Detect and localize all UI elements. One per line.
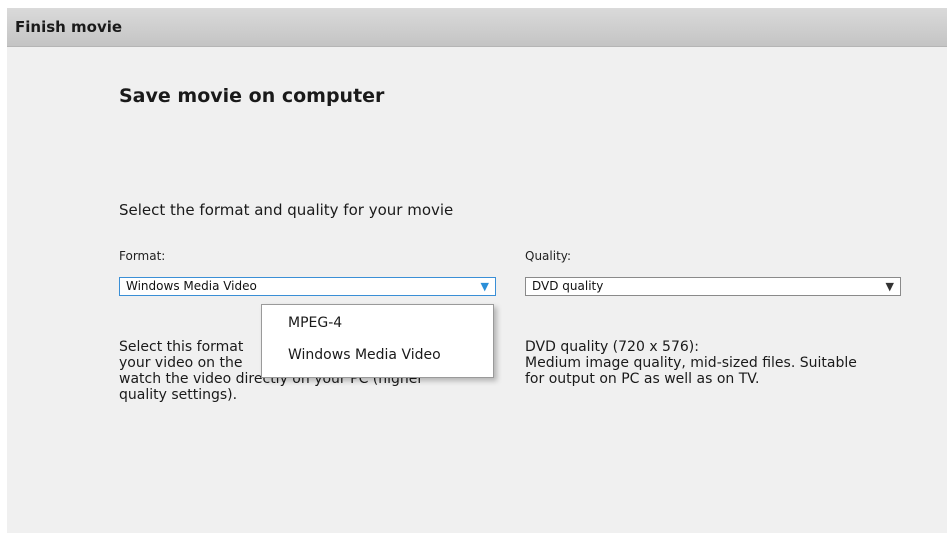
dropdown-option-mpeg4[interactable]: MPEG-4 — [288, 315, 342, 331]
window-title: Finish movie — [15, 18, 123, 36]
format-select[interactable]: Windows Media Video ▼ — [119, 277, 496, 296]
dropdown-option-wmv[interactable]: Windows Media Video — [288, 347, 441, 363]
quality-description: DVD quality (720 x 576): Medium image qu… — [525, 339, 925, 387]
finish-movie-window: Finish movie Save movie on computer Sele… — [7, 8, 947, 533]
quality-description-line: DVD quality (720 x 576): — [525, 339, 699, 355]
quality-select[interactable]: DVD quality ▼ — [525, 277, 901, 296]
page-heading: Save movie on computer — [119, 85, 385, 107]
format-label: Format: — [119, 249, 166, 263]
quality-description-line: for output on PC as well as on TV. — [525, 371, 760, 387]
title-bar: Finish movie — [7, 8, 947, 47]
format-selected-value: Windows Media Video — [126, 279, 257, 293]
chevron-down-icon[interactable]: ▼ — [481, 280, 489, 294]
quality-label: Quality: — [525, 249, 572, 263]
quality-description-line: Medium image quality, mid-sized files. S… — [525, 355, 857, 371]
format-description-line: quality settings). — [119, 387, 238, 403]
quality-selected-value: DVD quality — [532, 279, 604, 293]
format-dropdown-list: MPEG-4 Windows Media Video — [261, 304, 494, 378]
instruction-text: Select the format and quality for your m… — [119, 201, 454, 219]
chevron-down-icon[interactable]: ▼ — [886, 280, 894, 294]
